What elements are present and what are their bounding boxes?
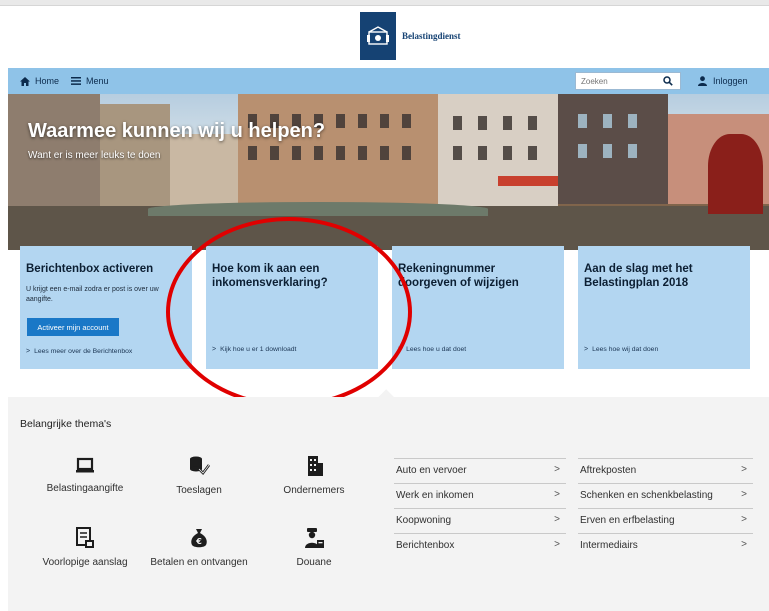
hero-banner: Waarmee kunnen wij u helpen? Want er is … (8, 94, 769, 250)
link-label: Aftrekposten (580, 465, 637, 476)
theme-ondernemers[interactable]: Ondernemers (259, 455, 369, 497)
nav-login-label: Inloggen (713, 76, 748, 86)
customs-officer-icon (305, 528, 324, 548)
card-title: Rekeningnummer doorgeven of wijzigen (398, 263, 519, 289)
nav-menu-label: Menu (86, 76, 109, 86)
chevron-right-icon: > (584, 346, 589, 353)
chevron-right-icon: > (741, 539, 747, 550)
card-link-label: Lees hoe wij dat doen (592, 346, 659, 353)
theme-label: Ondernemers (283, 485, 345, 496)
card-link-label: Lees hoe u dat doet (406, 346, 467, 353)
link-schenken[interactable]: Schenken en schenkbelasting > (578, 483, 753, 507)
link-aftrekposten[interactable]: Aftrekposten > (578, 458, 753, 482)
card-title: Aan de slag met het Belastingplan 2018 (584, 263, 693, 289)
site-header: Belastingdienst (0, 6, 769, 68)
theme-label: Toeslagen (176, 485, 222, 496)
theme-betalen-ontvangen[interactable]: € Betalen en ontvangen (144, 527, 254, 569)
card-link[interactable]: > Lees hoe u dat doet (398, 346, 466, 353)
theme-douane[interactable]: Douane (259, 527, 369, 569)
card-belastingplan[interactable]: Aan de slag met het Belastingplan 2018 >… (578, 246, 750, 369)
chevron-right-icon: > (741, 464, 747, 475)
theme-label: Betalen en ontvangen (150, 557, 248, 568)
link-label: Intermediairs (580, 540, 638, 551)
theme-belastingaangifte[interactable]: Belastingaangifte (30, 455, 140, 495)
search-input[interactable] (576, 73, 656, 89)
link-intermediairs[interactable]: Intermediairs > (578, 533, 753, 557)
card-link[interactable]: > Lees meer over de Berichtenbox (26, 348, 132, 355)
link-label: Auto en vervoer (396, 465, 467, 476)
chevron-right-icon: > (554, 514, 560, 525)
card-link-label: Lees meer over de Berichtenbox (34, 348, 133, 355)
hero-subtitle: Want er is meer leuks te doen (28, 150, 161, 161)
theme-label: Belastingaangifte (46, 483, 124, 494)
coat-of-arms-icon (360, 12, 396, 60)
theme-label: Douane (296, 557, 332, 568)
highlight-circle (166, 217, 412, 407)
link-erven[interactable]: Erven en erfbelasting > (578, 508, 753, 532)
hamburger-icon (71, 77, 82, 85)
chevron-right-icon: > (26, 348, 31, 355)
hero-photo-buildings (8, 94, 769, 250)
nav-home-label: Home (35, 76, 60, 86)
site-logo[interactable]: Belastingdienst (360, 12, 461, 60)
home-icon (20, 76, 30, 86)
chevron-right-icon: > (554, 489, 560, 500)
main-navbar: Home Menu Inloggen (8, 68, 769, 94)
theme-toeslagen[interactable]: Toeslagen (144, 455, 254, 497)
chevron-right-icon: > (741, 489, 747, 500)
link-berichtenbox[interactable]: Berichtenbox > (394, 533, 566, 557)
themes-title: Belangrijke thema's (20, 418, 112, 430)
activate-account-button[interactable]: Activeer mijn account (27, 318, 119, 336)
document-calendar-icon (76, 527, 94, 548)
user-icon (698, 76, 707, 86)
link-label: Koopwoning (396, 515, 452, 526)
nav-home[interactable]: Home (8, 68, 65, 94)
laptop-icon (76, 457, 94, 473)
theme-voorlopige-aanslag[interactable]: Voorlopige aanslag (30, 527, 140, 569)
card-title: Berichtenbox activeren (26, 263, 154, 275)
chevron-right-icon: > (554, 464, 560, 475)
chevron-right-icon: > (554, 539, 560, 550)
link-auto-en-vervoer[interactable]: Auto en vervoer > (394, 458, 566, 482)
link-label: Schenken en schenkbelasting (580, 490, 713, 501)
chevron-right-icon: > (741, 514, 747, 525)
theme-label: Voorlopige aanslag (42, 557, 128, 568)
money-bag-icon: € (191, 529, 207, 548)
link-label: Berichtenbox (396, 540, 455, 551)
coins-check-icon (190, 456, 210, 475)
nav-menu[interactable]: Menu (65, 68, 115, 94)
nav-login[interactable]: Inloggen (698, 68, 748, 94)
card-text: U krijgt een e-mail zodra er post is ove… (26, 286, 159, 303)
hero-title: Waarmee kunnen wij u helpen? (28, 120, 326, 142)
svg-text:€: € (195, 537, 202, 546)
brand-name: Belastingdienst (402, 31, 461, 41)
building-icon (308, 456, 323, 476)
search-icon[interactable] (663, 76, 673, 86)
link-koopwoning[interactable]: Koopwoning > (394, 508, 566, 532)
card-link[interactable]: > Lees hoe wij dat doen (584, 346, 658, 353)
link-werk-en-inkomen[interactable]: Werk en inkomen > (394, 483, 566, 507)
link-label: Erven en erfbelasting (580, 515, 675, 526)
link-label: Werk en inkomen (396, 490, 474, 501)
card-rekeningnummer[interactable]: Rekeningnummer doorgeven of wijzigen > L… (392, 246, 564, 369)
search-box (575, 72, 681, 90)
